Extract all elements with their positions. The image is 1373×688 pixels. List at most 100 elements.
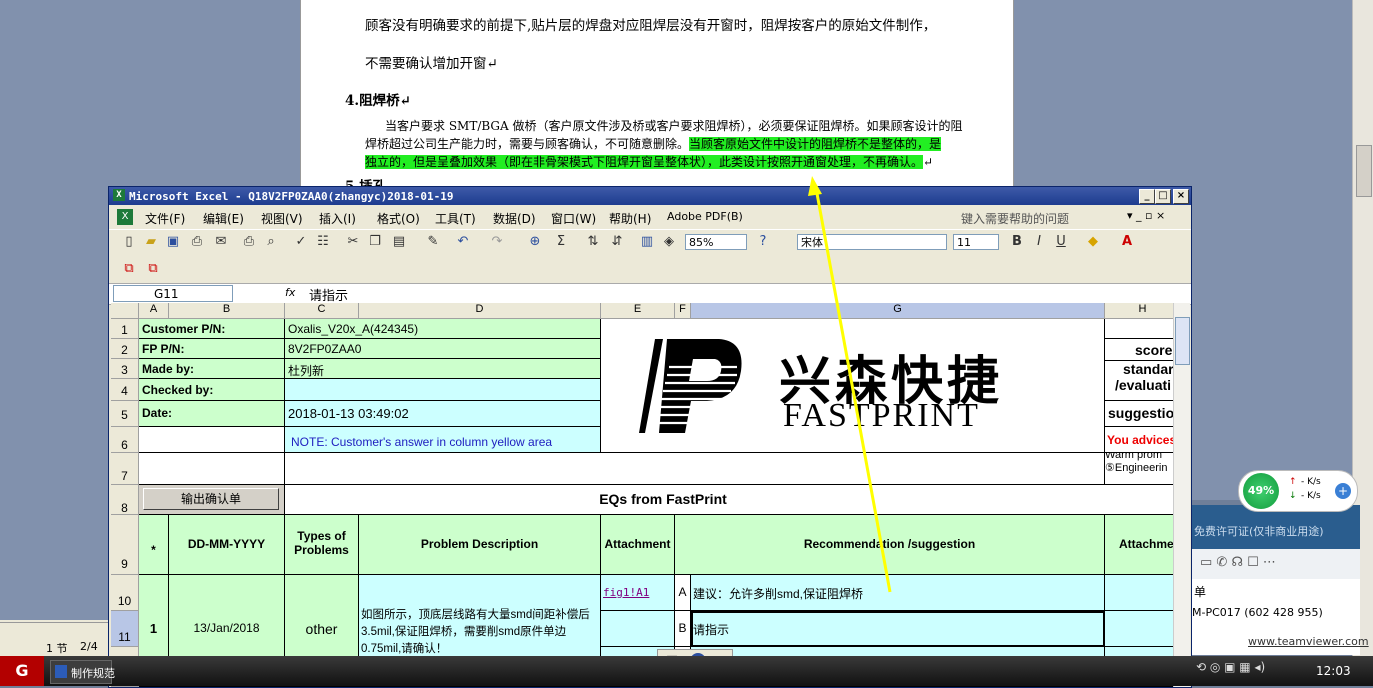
worksheet-grid[interactable]: A B C D E F G H 1 2 3 4 5 6 7 8 9 10 11 … — [111, 303, 1181, 687]
eq-attachment-link[interactable]: fig1!A1 — [603, 586, 649, 599]
system-tray-icons[interactable]: ⟲ ◎ ▣ ▦ ◂) — [1196, 660, 1326, 682]
redo-icon[interactable]: ↷ — [489, 234, 505, 250]
network-speed-widget[interactable]: 49% ↑ - K/s ↓ - K/s + — [1238, 470, 1358, 512]
empty-cell[interactable] — [139, 427, 285, 453]
empty-cell[interactable] — [1105, 611, 1181, 647]
empty-cell[interactable] — [139, 453, 285, 485]
workbook-icon[interactable]: X — [117, 209, 133, 225]
eq-attachment-cell[interactable]: fig1!A1 — [601, 575, 675, 611]
word-hscroll[interactable] — [0, 622, 110, 637]
zoom-select[interactable]: 85% — [685, 234, 747, 250]
row-header[interactable]: 5 — [111, 401, 139, 427]
cut-icon[interactable]: ✂ — [345, 234, 361, 250]
help-search-input[interactable]: 键入需要帮助的问题 — [961, 210, 1069, 227]
formula-input[interactable]: 请指示 — [309, 285, 348, 304]
col-header-c[interactable]: C — [285, 303, 359, 319]
checked-by-value[interactable] — [285, 379, 601, 401]
undo-icon[interactable]: ↶ — [455, 234, 471, 250]
row-header[interactable]: 9 — [111, 515, 139, 575]
new-icon[interactable]: ▯ — [121, 234, 137, 250]
row-header[interactable]: 6 — [111, 427, 139, 453]
row-header[interactable]: 3 — [111, 359, 139, 379]
select-all-corner[interactable] — [111, 303, 139, 319]
paste-icon[interactable]: ▤ — [391, 234, 407, 250]
col-header-e[interactable]: E — [601, 303, 675, 319]
bold-icon[interactable]: B — [1009, 234, 1025, 250]
menu-view[interactable]: 视图(V) — [261, 210, 303, 227]
format-painter-icon[interactable]: ✎ — [425, 234, 441, 250]
doc-window-controls[interactable]: ▾ _ ▫ × — [1127, 209, 1165, 222]
col-header-d[interactable]: D — [359, 303, 601, 319]
chart-wizard-icon[interactable]: ▥ — [639, 234, 655, 250]
start-button[interactable]: G — [0, 656, 44, 686]
spelling-icon[interactable]: ✓ — [293, 234, 309, 250]
row-header[interactable]: 1 — [111, 319, 139, 339]
sort-descending-icon[interactable]: ⇵ — [609, 234, 625, 250]
font-name-select[interactable]: 宋体 — [797, 234, 947, 250]
research-icon[interactable]: ☷ — [315, 234, 331, 250]
excel-window[interactable]: X Microsoft Excel - Q18V2FP0ZAA0(zhangyc… — [108, 186, 1192, 688]
print-icon[interactable]: ⎙ — [241, 234, 257, 250]
close-button[interactable]: × — [1173, 189, 1189, 204]
pdf-convert-icon[interactable]: ⧉ — [121, 261, 137, 277]
word-document-page[interactable]: 顾客没有明确要求的前提下,贴片层的焊盘对应阻焊层没有开窗时，阻焊按客户的原始文件… — [300, 0, 1014, 195]
option-a-text[interactable]: 建议：允许多削smd,保证阻焊桥 — [691, 575, 1105, 611]
excel-vertical-scrollbar[interactable] — [1173, 303, 1190, 687]
row-header[interactable]: 11 — [111, 611, 139, 647]
hyperlink-icon[interactable]: ⊕ — [527, 234, 543, 250]
menu-help[interactable]: 帮助(H) — [609, 210, 651, 227]
col-header-b[interactable]: B — [169, 303, 285, 319]
scroll-thumb[interactable] — [1356, 145, 1372, 197]
font-color-icon[interactable]: A — [1119, 234, 1135, 250]
maximize-button[interactable]: □ — [1155, 189, 1171, 204]
menu-tools[interactable]: 工具(T) — [435, 210, 476, 227]
tv-partner-id[interactable]: M-PC017 (602 428 955) — [1192, 606, 1323, 619]
fx-icon[interactable]: fx — [285, 286, 295, 299]
fill-color-icon[interactable]: ◆ — [1085, 234, 1101, 250]
tv-icons[interactable]: ▭ ✆ ☊ ☐ ⋯ — [1200, 555, 1276, 570]
empty-cell[interactable] — [1105, 319, 1181, 339]
font-size-select[interactable]: 11 — [953, 234, 999, 250]
col-header-f[interactable]: F — [675, 303, 691, 319]
row-header[interactable]: 4 — [111, 379, 139, 401]
excel-title-bar[interactable]: X Microsoft Excel - Q18V2FP0ZAA0(zhangyc… — [109, 187, 1191, 205]
menu-insert[interactable]: 插入(I) — [319, 210, 356, 227]
tv-link[interactable]: www.teamviewer.com — [1248, 635, 1369, 648]
drawing-icon[interactable]: ◈ — [661, 234, 677, 250]
excel-scroll-thumb[interactable] — [1175, 317, 1190, 365]
menu-data[interactable]: 数据(D) — [493, 210, 536, 227]
menu-edit[interactable]: 编辑(E) — [203, 210, 244, 227]
row-header[interactable]: 10 — [111, 575, 139, 611]
minimize-button[interactable]: _ — [1139, 189, 1155, 204]
row-header[interactable]: 8 — [111, 485, 139, 515]
col-header-a[interactable]: A — [139, 303, 169, 319]
copy-icon[interactable]: ❐ — [367, 234, 383, 250]
empty-cell[interactable] — [285, 453, 1105, 485]
save-icon[interactable]: ▣ — [165, 234, 181, 250]
autosum-icon[interactable]: Σ — [553, 234, 569, 250]
col-header-h[interactable]: H — [1105, 303, 1181, 319]
print-preview-icon[interactable]: ⌕ — [263, 234, 279, 250]
menu-format[interactable]: 格式(O) — [377, 210, 420, 227]
customer-pn-value[interactable]: Oxalis_V20x_A(424345) — [285, 319, 601, 339]
empty-cell[interactable] — [1105, 575, 1181, 611]
fp-pn-value[interactable]: 8V2FP0ZAA0 — [285, 339, 601, 359]
underline-icon[interactable]: U — [1053, 234, 1069, 250]
row-header[interactable]: 7 — [111, 453, 139, 485]
add-icon[interactable]: + — [1335, 483, 1351, 499]
menu-window[interactable]: 窗口(W) — [551, 210, 596, 227]
empty-cell[interactable] — [601, 611, 675, 647]
menu-adobe-pdf[interactable]: Adobe PDF(B) — [667, 210, 743, 223]
date-value[interactable]: 2018-01-13 03:49:02 — [285, 401, 601, 427]
italic-icon[interactable]: I — [1031, 234, 1047, 250]
permission-icon[interactable]: ⎙ — [189, 234, 205, 250]
made-by-value[interactable]: 杜列新 — [285, 359, 601, 379]
row-header[interactable]: 2 — [111, 339, 139, 359]
option-b-text[interactable]: 请指示 — [691, 611, 1105, 647]
taskbar-item[interactable]: 制作规范 — [50, 660, 115, 684]
pdf-email-icon[interactable]: ⧉ — [145, 261, 161, 277]
col-header-g[interactable]: G — [691, 303, 1105, 319]
email-icon[interactable]: ✉ — [213, 234, 229, 250]
open-icon[interactable]: ▰ — [143, 234, 159, 250]
export-confirmation-button[interactable]: 输出确认单 — [143, 488, 279, 510]
